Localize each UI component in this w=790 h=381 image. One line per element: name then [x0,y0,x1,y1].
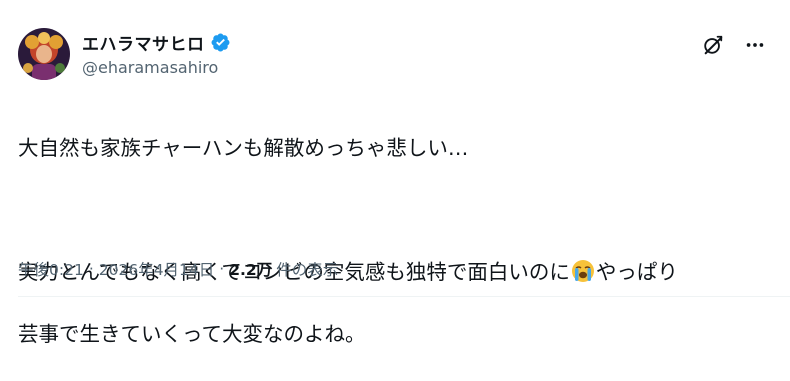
avatar[interactable] [18,28,70,80]
tweet-line-3: 芸事で生きていくって大変なのよね。 [18,322,366,346]
views-count: 2.2万 [229,261,273,279]
more-icon[interactable] [740,30,770,60]
meta-separator: · [88,260,94,278]
tweet-text: 大自然も家族チャーハンも解散めっちゃ悲しい… 実力とんでもなく高くてコンビの空気… [18,102,778,381]
tweet-line-1: 大自然も家族チャーハンも解散めっちゃ悲しい… [18,136,469,160]
handle[interactable]: @eharamasahiro [82,58,231,77]
tweet-line-2-end: やっぱり [595,260,678,284]
tweet-time[interactable]: 午後0:21 [18,258,84,280]
author-block: エハラマサヒロ @eharamasahiro [82,30,231,77]
views-label: 件の表示 [276,261,339,279]
grok-icon[interactable] [698,30,728,60]
tweet-meta: 午後0:21 · 2026年4月14日 · 2.2万 件の表示 [18,258,338,280]
tweet: エハラマサヒロ @eharamasahiro 大自然も家族チャーハンも解散めっち… [0,0,790,346]
divider [18,296,790,297]
display-name[interactable]: エハラマサヒロ [82,30,205,55]
header-actions [686,30,770,60]
meta-separator-2: · [219,260,225,278]
author-name-row[interactable]: エハラマサヒロ [82,30,231,55]
tweet-date[interactable]: 2026年4月14日 [99,258,215,280]
verified-badge-icon[interactable] [210,32,231,53]
loudly-crying-face-icon [571,259,595,283]
